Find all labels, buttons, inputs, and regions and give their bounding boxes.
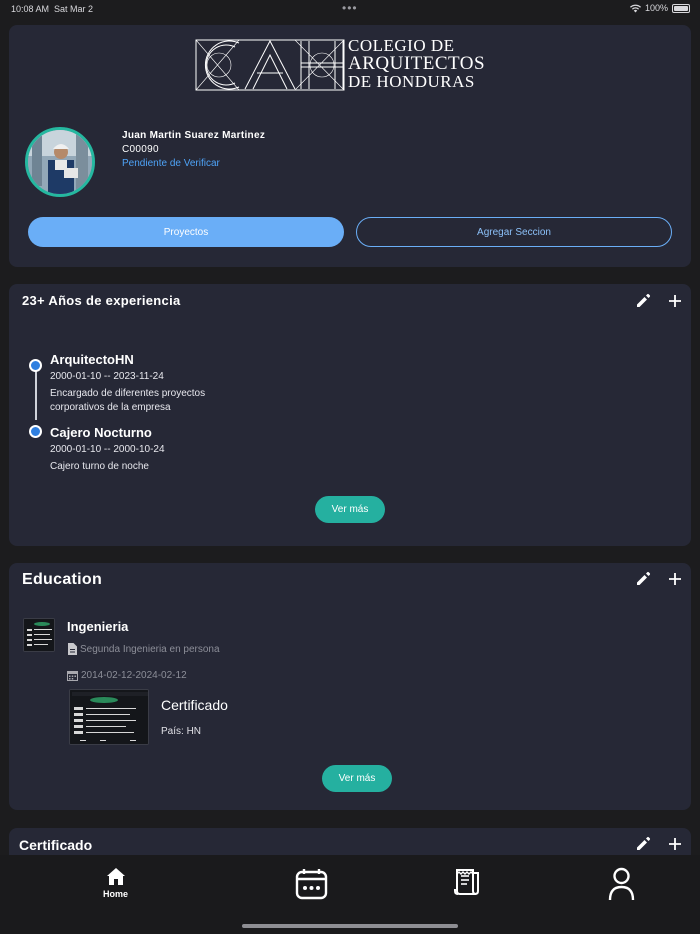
timeline-dot [29, 359, 42, 372]
profile-icon [608, 867, 635, 901]
edit-experience-icon[interactable] [635, 293, 651, 309]
multitasking-dots-icon[interactable]: ••• [342, 1, 358, 15]
add-certificate-icon[interactable] [667, 836, 683, 852]
status-right: 100% [629, 3, 690, 13]
add-experience-icon[interactable] [667, 293, 683, 309]
experience-item: Cajero Nocturno 2000-01-10 -- 2000-10-24… [50, 425, 165, 474]
tab-calendar[interactable] [295, 867, 328, 900]
certificate-thumbnail[interactable] [69, 689, 149, 745]
experience-card: 23+ Años de experiencia ArquitectoHN 200… [9, 284, 691, 546]
experience-title: 23+ Años de experiencia [22, 293, 181, 308]
tab-home-label: Home [103, 889, 129, 899]
profile-info: Juan Martin Suarez Martinez C00090 Pendi… [122, 129, 265, 171]
experience-description-cont: corporativos de la empresa [50, 402, 171, 413]
edit-certificate-icon[interactable] [635, 836, 651, 852]
certificate-title: Certificado [161, 697, 228, 713]
cah-logo-mark [195, 39, 345, 91]
logo-text: Colegio de Arquitectos de Honduras [348, 37, 485, 91]
education-name: Ingenieria [67, 619, 129, 634]
experience-item: ArquitectoHN 2000-01-10 -- 2023-11-24 En… [50, 352, 205, 415]
home-icon [106, 868, 125, 885]
education-dates: 2014-02-12-2024-02-12 [81, 670, 187, 681]
profile-card: Colegio de Arquitectos de Honduras Juan … [9, 25, 691, 267]
add-education-icon[interactable] [667, 571, 683, 587]
education-more-button[interactable]: Ver más [322, 765, 392, 792]
education-title: Education [22, 571, 103, 588]
battery-icon [672, 3, 690, 13]
experience-dates: 2000-01-10 -- 2023-11-24 [50, 371, 164, 382]
logo-line-3: de Honduras [348, 72, 475, 91]
home-indicator [242, 924, 458, 928]
add-section-button[interactable]: Agregar Seccion [356, 217, 672, 247]
battery-percent: 100% [644, 3, 668, 13]
certificate-country: País: HN [161, 726, 202, 737]
status-bar: 10:08 AM Sat Mar 2 ••• 100% [0, 0, 700, 18]
education-dates-row: 2014-02-12-2024-02-12 [67, 670, 187, 681]
logo-line-2: Arquitectos [348, 53, 486, 74]
profile-name: Juan Martin Suarez Martinez [122, 130, 266, 141]
tab-profile[interactable] [608, 867, 635, 901]
education-thumbnail[interactable] [23, 618, 55, 652]
experience-role: Cajero Nocturno [50, 425, 152, 440]
wifi-icon [629, 4, 641, 12]
calendar-events-icon [295, 869, 328, 900]
status-time: 10:08 AM Sat Mar 2 [11, 4, 94, 14]
experience-role: ArquitectoHN [50, 352, 134, 367]
document-icon [68, 643, 77, 655]
scroll-document-icon [454, 869, 479, 895]
verification-status[interactable]: Pendiente de Verificar [122, 157, 265, 171]
calendar-icon [67, 671, 78, 681]
experience-more-button[interactable]: Ver más [315, 496, 385, 523]
timeline-line [35, 366, 37, 420]
certificates-title: Certificado [19, 837, 93, 853]
experience-description: Encargado de diferentes proyectos [50, 388, 206, 399]
education-card: Education Ingenieria Segunda Ingenieria … [9, 563, 691, 810]
experience-dates: 2000-01-10 -- 2000-10-24 [50, 444, 165, 455]
tab-documents[interactable] [453, 867, 480, 897]
education-description: Segunda Ingenieria en persona [80, 643, 220, 655]
tab-bar: Home [0, 855, 700, 934]
profile-photo [28, 130, 92, 194]
edit-education-icon[interactable] [635, 571, 651, 587]
avatar[interactable] [25, 127, 95, 197]
college-logo: Colegio de Arquitectos de Honduras [195, 37, 515, 97]
profile-code: C00090 [122, 144, 159, 155]
timeline-dot [29, 425, 42, 438]
projects-button[interactable]: Proyectos [28, 217, 344, 247]
experience-description: Cajero turno de noche [50, 461, 149, 472]
tab-home[interactable]: Home [103, 867, 128, 899]
education-description-row: Segunda Ingenieria en persona [67, 643, 220, 655]
